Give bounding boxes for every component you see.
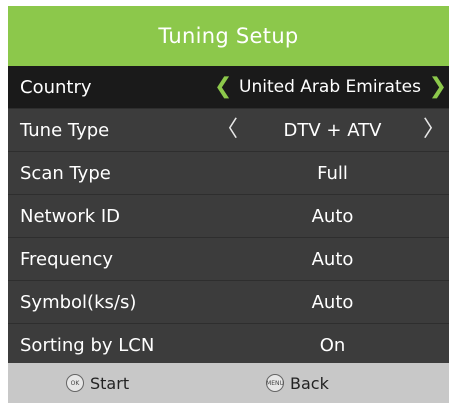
sorting-by-lcn-label: Sorting by LCN [20,334,155,356]
network-id-label: Network ID [20,205,121,227]
country-label: Country [20,76,92,98]
ok-key-icon: OK [66,374,84,392]
menu-row-tune-type[interactable]: Tune Type 〈 DTV + ATV 〉 [8,108,449,151]
tune-type-value: DTV + ATV [283,119,382,141]
scan-type-label: Scan Type [20,162,111,184]
country-value: United Arab Emirates [239,77,421,97]
start-label: Start [90,373,130,393]
menu-row-frequency[interactable]: Frequency Auto [8,237,449,280]
footer-bar: OK Start MENU Back [8,363,449,403]
frequency-label: Frequency [20,248,113,270]
symbol-rate-value: Auto [311,291,354,313]
chevron-right-icon[interactable]: ❯ [429,76,447,98]
menu-row-sorting-by-lcn[interactable]: Sorting by LCN On [8,323,449,366]
menu-row-country[interactable]: Country ❮ United Arab Emirates ❯ [8,66,449,108]
menu-key-icon: MENU [266,374,284,392]
back-hint[interactable]: MENU Back [266,374,329,393]
back-label: Back [290,373,329,393]
page-title: Tuning Setup [158,24,299,48]
symbol-rate-label: Symbol(ks/s) [20,291,137,313]
tune-type-label: Tune Type [20,119,110,141]
sorting-by-lcn-value: On [319,334,346,356]
frequency-value: Auto [311,248,354,270]
start-hint[interactable]: OK Start [66,374,129,393]
scan-type-value: Full [317,162,348,184]
menu-row-network-id[interactable]: Network ID Auto [8,194,449,237]
network-id-value: Auto [311,205,354,227]
menu-row-scan-type[interactable]: Scan Type Full [8,151,449,194]
menu-row-symbol-rate[interactable]: Symbol(ks/s) Auto [8,280,449,323]
tuning-setup-screen: Tuning Setup Country ❮ United Arab Emira… [8,6,449,403]
chevron-right-icon[interactable]: 〉 [423,119,445,141]
title-bar: Tuning Setup [8,6,449,66]
